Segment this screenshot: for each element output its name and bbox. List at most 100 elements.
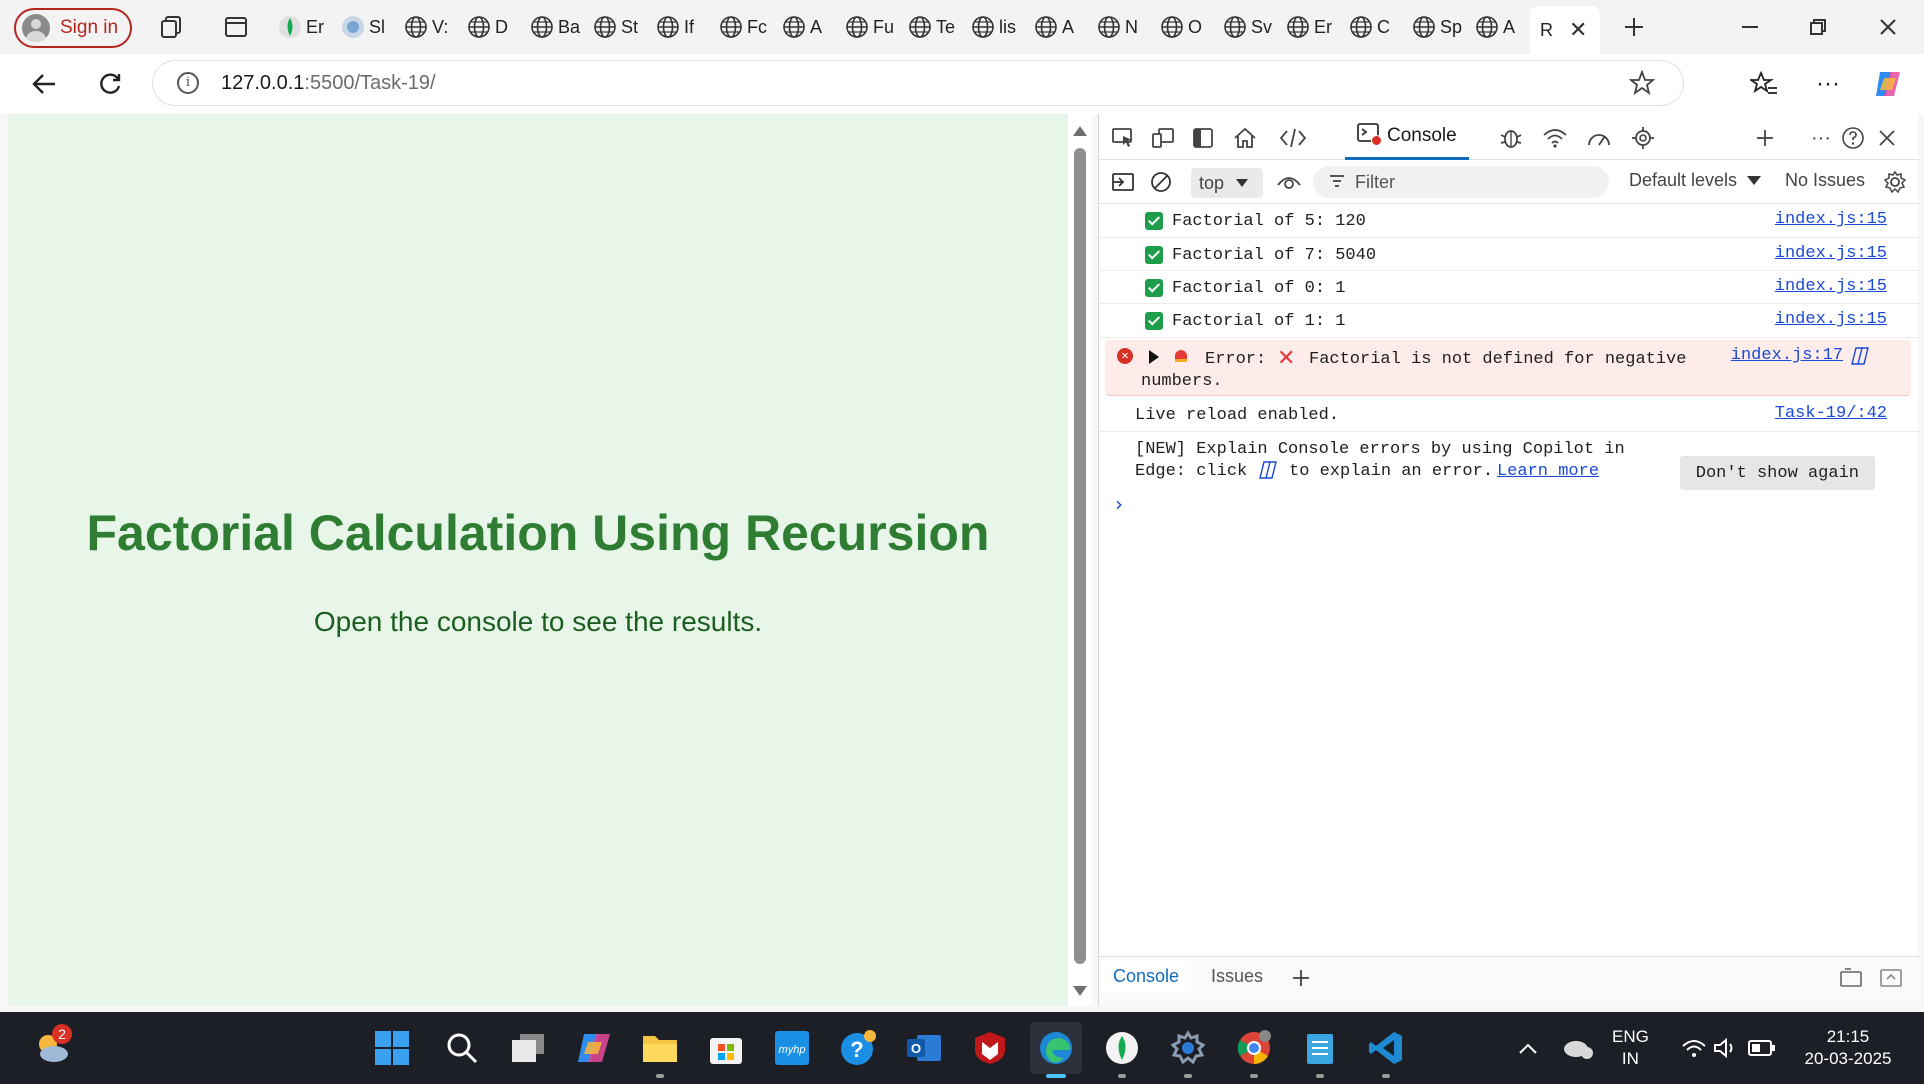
favorite-star-icon[interactable] — [1628, 69, 1656, 102]
mongodb-compass-icon[interactable] — [1096, 1022, 1148, 1078]
inspect-element-icon[interactable] — [1107, 122, 1139, 154]
outlook-icon[interactable]: O — [898, 1022, 950, 1074]
browser-tab[interactable]: D — [467, 10, 523, 44]
drawer-expand-icon[interactable] — [1875, 962, 1907, 994]
drawer-tab-console[interactable]: Console — [1101, 960, 1192, 993]
site-info-icon[interactable]: i — [177, 72, 199, 94]
file-explorer-icon[interactable] — [634, 1022, 686, 1078]
workspaces-icon[interactable] — [150, 10, 194, 44]
log-source-link[interactable]: index.js:15 — [1775, 210, 1887, 229]
sources-debug-icon[interactable] — [1495, 122, 1527, 154]
edge-browser-icon[interactable] — [1030, 1022, 1082, 1078]
browser-tab[interactable]: O — [1160, 10, 1216, 44]
browser-tab[interactable]: Te — [908, 10, 964, 44]
browser-tab[interactable]: Sv — [1223, 10, 1279, 44]
log-levels-dropdown[interactable]: Default levels — [1629, 170, 1762, 191]
help-icon[interactable] — [1837, 122, 1869, 154]
browser-tab[interactable]: A — [782, 10, 838, 44]
memory-chip-icon[interactable] — [1627, 122, 1659, 154]
console-prompt-chevron-icon[interactable]: › — [1115, 492, 1123, 516]
notepad-icon[interactable] — [1294, 1022, 1346, 1078]
drawer-add-tab-icon[interactable] — [1285, 962, 1317, 994]
context-selector[interactable]: top — [1191, 168, 1263, 198]
console-filter-input[interactable]: Filter — [1313, 166, 1609, 198]
browser-tab[interactable]: A — [1034, 10, 1090, 44]
device-emulation-icon[interactable] — [1147, 122, 1179, 154]
console-error-row[interactable]: ✕ Error: ✕ Factorial is not defined for … — [1105, 340, 1911, 396]
live-reload-source-link[interactable]: Task-19/:42 — [1775, 404, 1887, 423]
back-button[interactable] — [24, 64, 64, 104]
browser-tab[interactable]: Ba — [530, 10, 586, 44]
scroll-up-arrow-icon[interactable] — [1073, 126, 1087, 136]
search-icon[interactable] — [436, 1022, 488, 1074]
network-wifi-icon[interactable] — [1539, 122, 1571, 154]
language-indicator[interactable]: ENG IN — [1612, 1026, 1649, 1070]
microsoft-store-icon[interactable] — [700, 1022, 752, 1074]
elements-tab-icon[interactable] — [1277, 122, 1309, 154]
settings-more-icon[interactable]: ··· — [1808, 64, 1848, 104]
browser-tab[interactable]: N — [1097, 10, 1153, 44]
address-bar[interactable]: i 127.0.0.1:5500/Task-19/ — [152, 60, 1684, 106]
tab-console[interactable]: Console — [1345, 114, 1469, 160]
myhp-app-icon[interactable]: myhp — [766, 1022, 818, 1074]
clear-console-icon[interactable] — [1145, 166, 1177, 198]
scrollbar-thumb[interactable] — [1074, 148, 1086, 964]
tab-active[interactable]: R ✕ — [1530, 6, 1600, 54]
browser-tab[interactable]: lis — [971, 10, 1027, 44]
devtools-more-icon[interactable]: ··· — [1805, 122, 1837, 154]
minimize-button[interactable] — [1728, 10, 1772, 44]
mcafee-icon[interactable] — [964, 1022, 1016, 1074]
show-sidebar-icon[interactable] — [1107, 166, 1139, 198]
browser-tab[interactable]: V: — [404, 10, 460, 44]
copilot-explain-icon[interactable] — [1851, 346, 1871, 372]
browser-tab[interactable]: Fu — [845, 10, 901, 44]
weather-widget-icon[interactable]: 2 — [26, 1022, 78, 1074]
copilot-icon[interactable] — [1868, 64, 1908, 104]
log-source-link[interactable]: index.js:15 — [1775, 244, 1887, 263]
refresh-button[interactable] — [90, 64, 130, 104]
welcome-home-icon[interactable] — [1229, 122, 1261, 154]
vscode-icon[interactable] — [1360, 1022, 1412, 1078]
error-source-link[interactable]: index.js:17 — [1731, 346, 1843, 365]
dock-side-icon[interactable] — [1187, 122, 1219, 154]
close-window-button[interactable] — [1866, 10, 1910, 44]
favorites-icon[interactable] — [1744, 64, 1784, 104]
drawer-tab-issues[interactable]: Issues — [1211, 966, 1263, 987]
show-hidden-icons-chevron-icon[interactable] — [1502, 1022, 1554, 1074]
learn-more-link[interactable]: Learn more — [1497, 462, 1599, 481]
log-source-link[interactable]: index.js:15 — [1775, 310, 1887, 329]
issues-counter[interactable]: No Issues — [1785, 170, 1865, 191]
task-view-icon[interactable] — [502, 1022, 554, 1074]
start-windows-icon[interactable] — [366, 1022, 418, 1074]
sign-in-button[interactable]: Sign in — [14, 8, 132, 48]
dont-show-again-button[interactable]: Don't show again — [1679, 456, 1875, 490]
more-tools-plus-icon[interactable] — [1749, 122, 1781, 154]
close-tab-icon[interactable]: ✕ — [1569, 17, 1587, 43]
scroll-down-arrow-icon[interactable] — [1073, 986, 1087, 996]
browser-tab[interactable]: C — [1349, 10, 1405, 44]
tab-actions-icon[interactable] — [214, 10, 258, 44]
expand-triangle-icon[interactable] — [1149, 350, 1159, 364]
browser-tab[interactable]: Er — [278, 10, 334, 44]
drawer-dock-icon[interactable] — [1835, 962, 1867, 994]
browser-tab[interactable]: Sl — [341, 10, 397, 44]
copilot-app-icon[interactable] — [568, 1022, 620, 1074]
battery-icon[interactable] — [1736, 1022, 1788, 1074]
system-clock[interactable]: 21:15 20-03-2025 — [1796, 1026, 1900, 1070]
live-expression-eye-icon[interactable] — [1273, 166, 1305, 198]
browser-tab[interactable]: Er — [1286, 10, 1342, 44]
browser-tab[interactable]: A — [1475, 10, 1531, 44]
browser-tab[interactable]: Sp — [1412, 10, 1468, 44]
browser-tab[interactable]: St — [593, 10, 649, 44]
chrome-icon[interactable] — [1228, 1022, 1280, 1078]
performance-gauge-icon[interactable] — [1583, 122, 1615, 154]
new-tab-button[interactable] — [1612, 10, 1656, 44]
page-scrollbar[interactable] — [1068, 114, 1092, 1006]
onedrive-cloud-icon[interactable] — [1552, 1022, 1604, 1074]
close-devtools-icon[interactable] — [1871, 122, 1903, 154]
browser-tab[interactable]: Fc — [719, 10, 775, 44]
get-help-icon[interactable]: ? — [832, 1022, 884, 1074]
log-source-link[interactable]: index.js:15 — [1775, 277, 1887, 296]
console-settings-gear-icon[interactable] — [1879, 166, 1911, 198]
restore-button[interactable] — [1796, 10, 1840, 44]
